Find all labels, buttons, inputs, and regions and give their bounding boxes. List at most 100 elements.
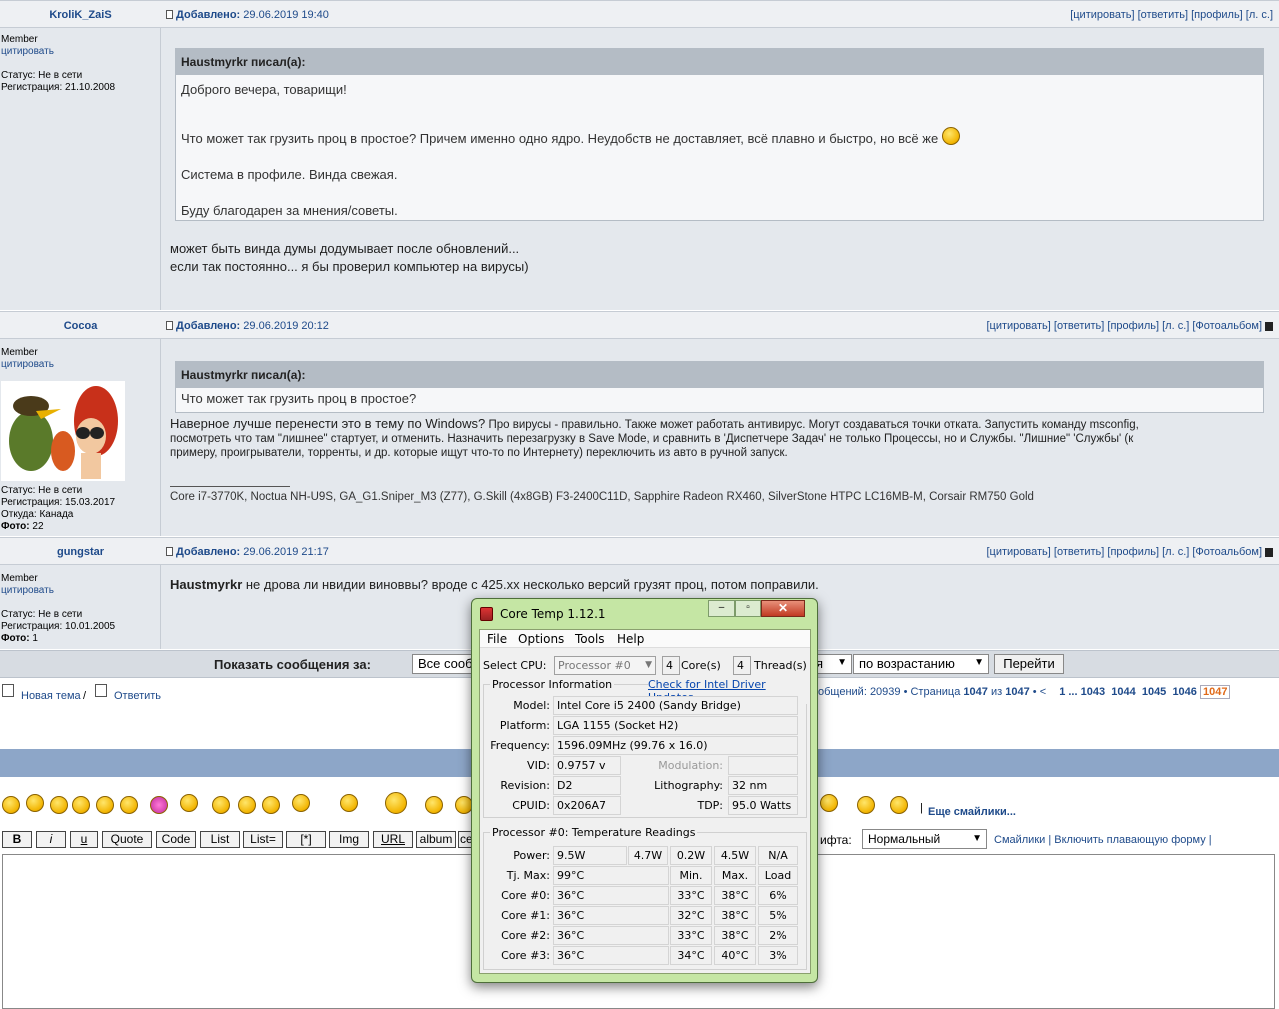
coretemp-app-icon xyxy=(480,607,493,621)
img-button[interactable]: Img xyxy=(329,831,369,848)
more-smilies-link[interactable]: Еще смайлики... xyxy=(928,806,1016,818)
quote-link[interactable]: цитировать xyxy=(1,46,54,57)
cpuid-value: 0x206A7 xyxy=(553,796,621,815)
page-link[interactable]: 1045 xyxy=(1142,686,1166,698)
menu-file[interactable]: File xyxy=(487,632,507,646)
smiley-icon[interactable] xyxy=(425,796,443,814)
smiley-icon[interactable] xyxy=(96,796,114,814)
smiley-icon[interactable] xyxy=(238,796,256,814)
smiley-icon[interactable] xyxy=(292,794,310,812)
post-author[interactable]: Cocoa xyxy=(0,320,161,332)
quote-button[interactable]: Quote xyxy=(102,831,152,848)
smiley-icon[interactable] xyxy=(857,796,875,814)
order-select[interactable]: по возрастанию ▼ xyxy=(853,654,989,674)
power-package: 9.5W xyxy=(553,846,627,865)
italic-button[interactable]: i xyxy=(36,831,66,848)
pagination: общений: 20939 • Страница 1047 из 1047 •… xyxy=(818,685,1231,699)
modulation-value xyxy=(728,756,798,775)
page-link[interactable]: 1044 xyxy=(1111,686,1135,698)
filter-label: Показать сообщения за: xyxy=(214,657,371,672)
url-button[interactable]: URL xyxy=(373,831,413,848)
post-date: Добавлено: 29.06.2019 21:17 xyxy=(166,546,329,558)
underline-button[interactable]: u xyxy=(70,831,98,848)
min-header: Min. xyxy=(670,866,712,885)
core-label: Core #0: xyxy=(501,889,550,902)
quote-link[interactable]: цитировать xyxy=(1,585,54,596)
smiley-icon[interactable] xyxy=(26,794,44,812)
core-temp: 36°C xyxy=(553,906,669,925)
smiley-icon[interactable] xyxy=(50,796,68,814)
smiley-icon[interactable] xyxy=(150,796,168,814)
coretemp-client: File Options Tools Help Select CPU: Proc… xyxy=(479,629,811,974)
core-min: 34°C xyxy=(670,946,712,965)
post-text: Наверное лучше перенести это в тему по W… xyxy=(170,417,1270,504)
smiley-icon[interactable] xyxy=(72,796,90,814)
post-actions[interactable]: [цитировать] [ответить] [профиль] [л. с.… xyxy=(987,320,1273,332)
page-link[interactable]: 1043 xyxy=(1081,686,1105,698)
chevron-down-icon: ▼ xyxy=(972,833,982,844)
quote-author: Haustmyrkr писал(а): xyxy=(176,49,1263,75)
post-date: Добавлено: 29.06.2019 19:40 xyxy=(166,9,329,21)
smiley-icon[interactable] xyxy=(212,796,230,814)
minimize-button[interactable]: ‒ xyxy=(708,600,735,617)
user-rank: Member xyxy=(1,34,38,45)
menu-help[interactable]: Help xyxy=(617,632,644,646)
vid-value: 0.9757 v xyxy=(553,756,621,775)
tdp-label: TDP: xyxy=(697,799,723,812)
power-cores: 4.7W xyxy=(628,846,668,865)
list-item-button[interactable]: [*] xyxy=(286,831,326,848)
album-button[interactable]: album xyxy=(416,831,456,848)
bold-button[interactable]: B xyxy=(2,831,32,848)
smiley-icon[interactable] xyxy=(2,796,20,814)
power-gpu: N/A xyxy=(758,846,798,865)
smiley-icon[interactable] xyxy=(120,796,138,814)
post-actions[interactable]: [цитировать] [ответить] [профиль] [л. с.… xyxy=(1070,9,1273,21)
smiley-icon[interactable] xyxy=(180,794,198,812)
list-button[interactable]: List xyxy=(200,831,240,848)
core-max: 38°C xyxy=(714,886,756,905)
menu-options[interactable]: Options xyxy=(518,632,564,646)
core-load: 5% xyxy=(758,906,798,925)
maximize-button[interactable]: ▫ xyxy=(735,600,761,617)
post-sidebar: Member цитировать Статус: Не в сети Реги… xyxy=(0,565,161,649)
quote-link[interactable]: цитировать xyxy=(1,359,54,370)
core-temp: 36°C xyxy=(553,926,669,945)
close-button[interactable]: ✕ xyxy=(761,600,805,617)
smiley-icon[interactable] xyxy=(890,796,908,814)
menu-tools[interactable]: Tools xyxy=(575,632,605,646)
post-actions[interactable]: [цитировать] [ответить] [профиль] [л. с.… xyxy=(987,546,1273,558)
post-icon xyxy=(166,10,173,19)
core-min: 33°C xyxy=(670,886,712,905)
go-button[interactable]: Перейти xyxy=(994,654,1064,674)
smiley-icon[interactable] xyxy=(820,794,838,812)
page-link[interactable]: 1 xyxy=(1059,686,1065,698)
quote-author: Haustmyrkr писал(а): xyxy=(176,362,1263,388)
select-cpu-label: Select CPU: xyxy=(483,659,547,672)
load-header: Load xyxy=(758,866,798,885)
font-size-select[interactable]: Нормальный ▼ xyxy=(862,829,987,849)
center-button[interactable]: ce xyxy=(458,831,472,848)
cpu-select[interactable]: Processor #0 ▼ xyxy=(554,656,656,675)
core-temp: 36°C xyxy=(553,946,669,965)
frequency-label: Frequency: xyxy=(490,739,550,752)
list-numbered-button[interactable]: List= xyxy=(243,831,283,848)
core-max: 38°C xyxy=(714,926,756,945)
revision-value: D2 xyxy=(553,776,621,795)
smiley-icon[interactable] xyxy=(385,792,407,814)
smiley-icon[interactable] xyxy=(340,794,358,812)
post-author[interactable]: KroliK_ZaiS xyxy=(0,9,161,21)
smiley-icon[interactable] xyxy=(262,796,280,814)
new-topic-link[interactable]: Новая тема xyxy=(21,690,81,702)
page-ellipsis: ... xyxy=(1068,686,1078,698)
signature-divider xyxy=(170,486,290,487)
page-link[interactable]: 1046 xyxy=(1172,686,1196,698)
floating-form-link[interactable]: Включить плавающую форму xyxy=(1054,834,1205,846)
reply-link[interactable]: Ответить xyxy=(114,690,161,702)
window-title: Core Temp 1.12.1 xyxy=(500,607,606,621)
revision-label: Revision: xyxy=(500,779,550,792)
quote-block: Haustmyrkr писал(а): Доброго вечера, тов… xyxy=(175,48,1264,221)
menu-bar: File Options Tools Help xyxy=(480,630,810,648)
smilies-link[interactable]: Смайлики xyxy=(994,834,1045,846)
post-author[interactable]: gungstar xyxy=(0,546,161,558)
code-button[interactable]: Code xyxy=(156,831,196,848)
